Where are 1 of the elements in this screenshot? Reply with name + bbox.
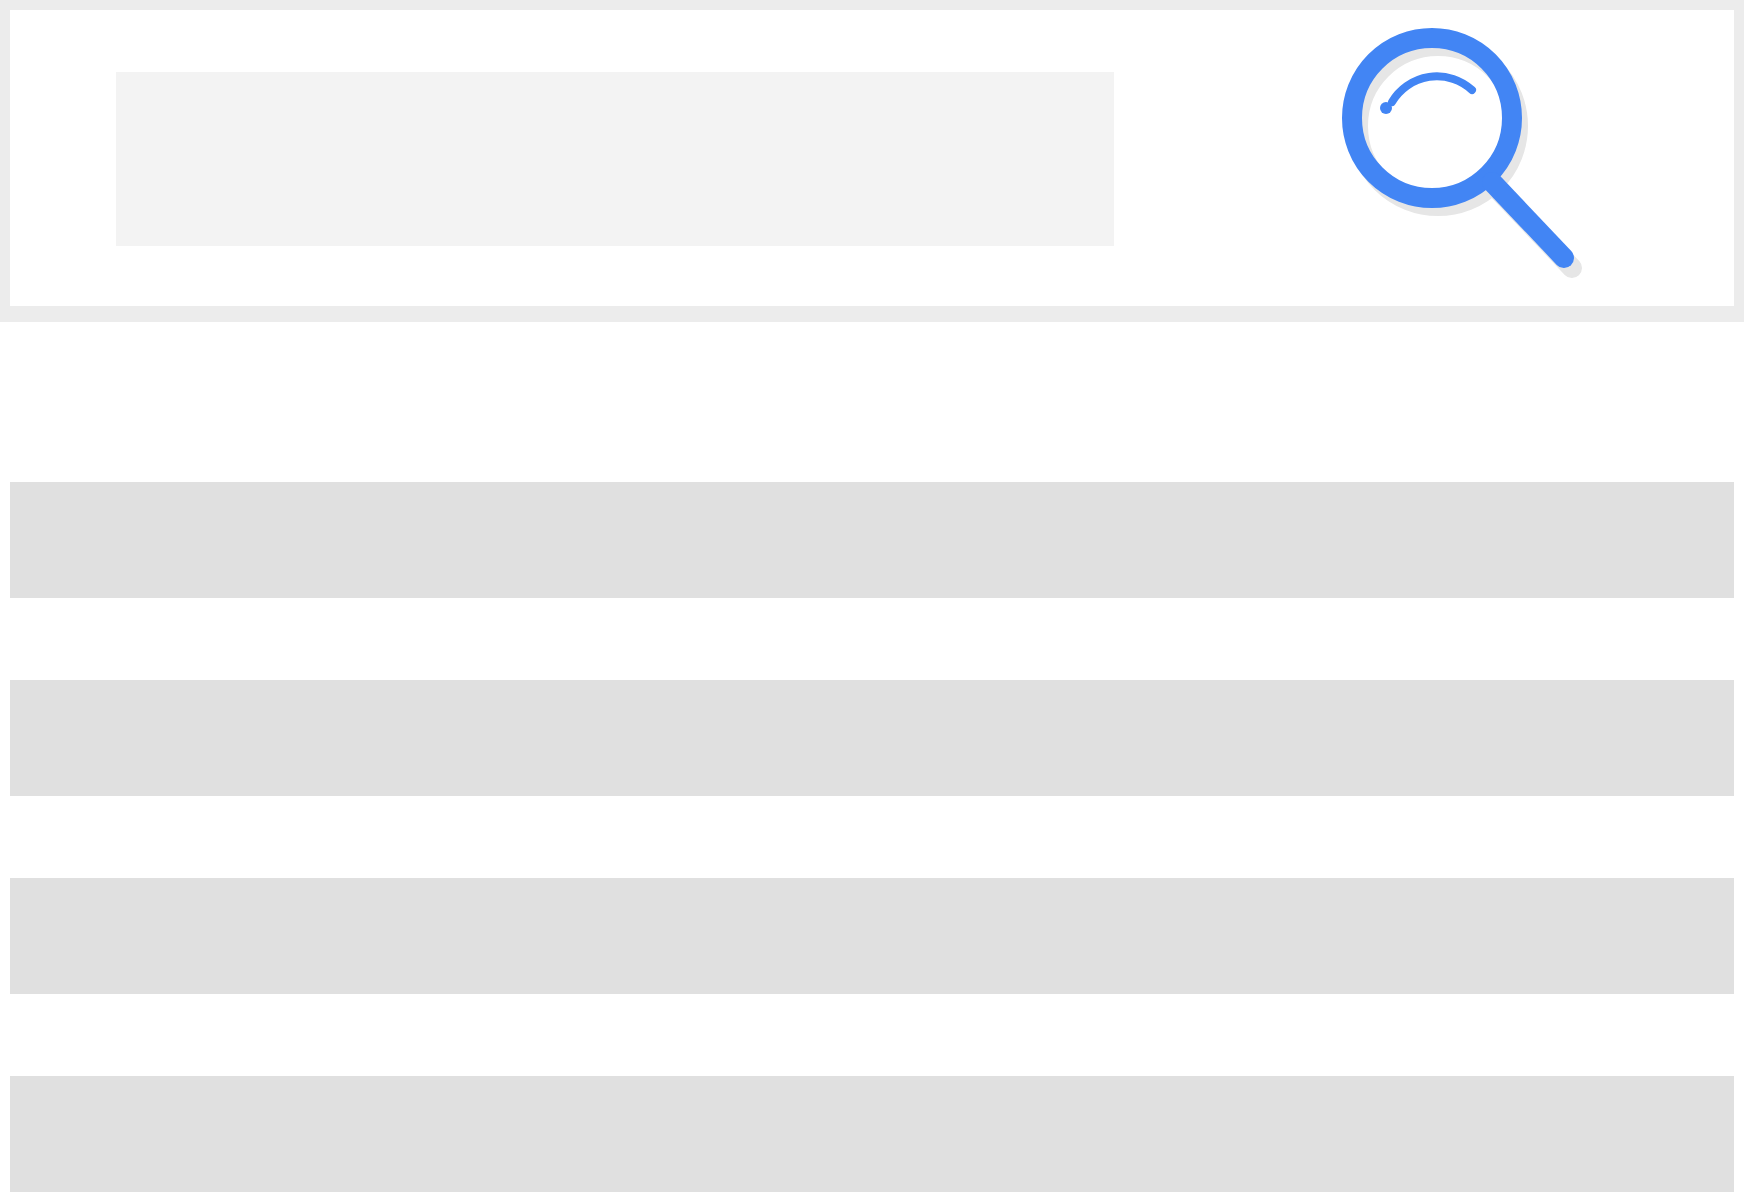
- search-icon[interactable]: [1336, 22, 1584, 282]
